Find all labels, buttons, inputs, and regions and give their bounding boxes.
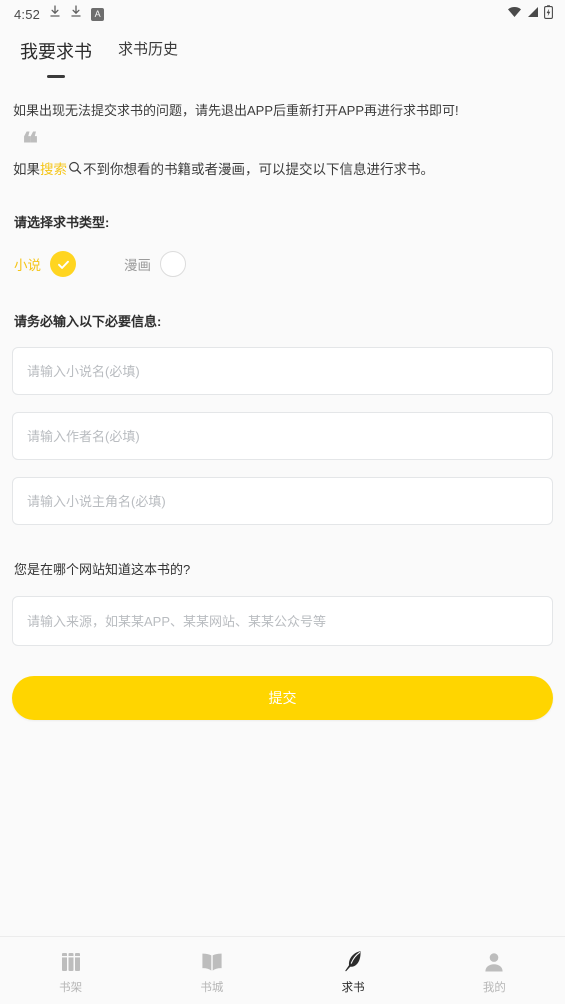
nav-item-profile[interactable]: 我的 (424, 947, 565, 995)
tab-request-history[interactable]: 求书历史 (118, 38, 178, 69)
feather-quill-icon (340, 947, 366, 973)
a-badge-icon: A (91, 7, 105, 21)
nav-item-label: 求书 (341, 981, 365, 994)
nav-item-label: 书架 (59, 981, 83, 994)
cellular-signal-icon (527, 5, 539, 23)
nav-item-bookstore[interactable]: 书城 (141, 947, 282, 995)
radio-option-novel[interactable]: 小说 (14, 251, 76, 278)
book-type-radio-group: 小说 漫画 (14, 251, 553, 278)
author-name-field[interactable] (12, 412, 553, 461)
status-bar-left: 4:52 A (14, 5, 105, 23)
bottom-navigation: 书架 书城 求书 我的 (0, 936, 565, 1004)
wifi-icon (507, 5, 522, 23)
search-keyword[interactable]: 搜索 (40, 158, 67, 178)
open-book-icon (199, 947, 225, 973)
book-name-input[interactable] (13, 348, 552, 395)
top-tab-bar: 我要求书 求书历史 (0, 28, 565, 80)
radio-option-label: 漫画 (124, 258, 151, 274)
author-name-input[interactable] (13, 413, 552, 460)
app-root: 4:52 A 我要求书 求书历史 如果出现无法提交求书的问题，请先退出APP后重… (0, 0, 565, 1004)
person-icon (481, 947, 507, 973)
radio-option-label: 小说 (14, 258, 41, 274)
source-field[interactable] (12, 596, 553, 647)
tab-request-book[interactable]: 我要求书 (20, 38, 92, 78)
nav-item-request-book[interactable]: 求书 (283, 947, 424, 995)
intro-text-after: 不到你想看的书籍或者漫画，可以提交以下信息进行求书。 (83, 162, 434, 178)
status-bar-right (507, 4, 553, 24)
type-select-label: 请选择求书类型: (14, 215, 110, 231)
status-bar: 4:52 A (0, 0, 565, 28)
source-input[interactable] (13, 597, 552, 646)
tab-active-underline (47, 75, 65, 78)
quote-mark-icon: ❝ (22, 127, 38, 163)
search-icon[interactable] (68, 161, 82, 175)
nav-item-label: 书城 (200, 981, 224, 994)
book-name-field[interactable] (12, 347, 553, 396)
protagonist-name-input[interactable] (13, 478, 552, 525)
intro-text: 如果 搜索 不到你想看的书籍或者漫画，可以提交以下信息进行求书。 (12, 158, 553, 178)
required-info-label: 请务必输入以下必要信息: (14, 314, 162, 330)
tab-label: 求书历史 (118, 41, 179, 58)
intro-text-before: 如果 (13, 162, 40, 178)
radio-option-comic[interactable]: 漫画 (124, 251, 186, 278)
nav-item-label: 我的 (482, 981, 506, 994)
battery-charging-icon (544, 4, 553, 24)
source-question-label: 您是在哪个网站知道这本书的? (14, 562, 191, 578)
empty-circle-icon[interactable] (160, 251, 186, 278)
submit-button[interactable]: 提交 (12, 676, 553, 721)
download-icon (49, 5, 61, 23)
nav-item-bookshelf[interactable]: 书架 (0, 947, 141, 995)
notice-text: 如果出现无法提交求书的问题，请先退出APP后重新打开APP再进行求书即可! (13, 103, 459, 118)
main-content: 如果出现无法提交求书的问题，请先退出APP后重新打开APP再进行求书即可! ❝ … (0, 80, 565, 936)
status-time: 4:52 (14, 6, 41, 22)
tab-label: 我要求书 (20, 42, 92, 62)
check-circle-icon[interactable] (50, 251, 76, 278)
protagonist-name-field[interactable] (12, 477, 553, 526)
download-icon (70, 5, 82, 23)
bookshelf-icon (58, 947, 84, 973)
